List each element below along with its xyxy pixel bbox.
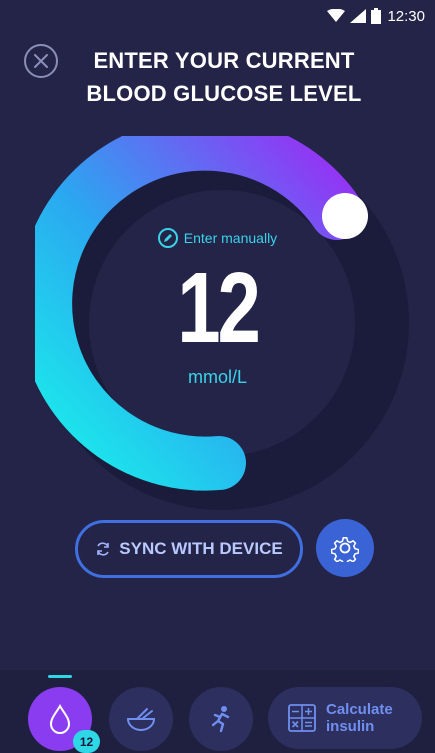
signal-icon: [350, 9, 367, 23]
nav-food-button[interactable]: [109, 687, 173, 751]
calculate-line-2: insulin: [326, 718, 375, 735]
edit-icon: [157, 228, 178, 248]
drop-icon: [49, 704, 71, 734]
status-icons: [327, 8, 382, 24]
runner-icon: [211, 706, 230, 733]
enter-manually-link[interactable]: Enter manually: [0, 228, 435, 248]
sync-with-device-button[interactable]: SYNC WITH DEVICE: [75, 520, 303, 578]
glucose-value: 12: [177, 252, 261, 364]
calculate-insulin-button[interactable]: Calculate insulin: [268, 687, 422, 749]
calculator-icon: [288, 704, 316, 732]
gear-icon: [331, 537, 359, 562]
page-title: ENTER YOUR CURRENT BLOOD GLUCOSE LEVEL: [70, 44, 378, 110]
sync-label: SYNC WITH DEVICE: [119, 539, 283, 558]
settings-button[interactable]: [316, 519, 374, 577]
calculate-line-1: Calculate: [326, 701, 393, 718]
title-line-1: ENTER YOUR CURRENT: [93, 48, 355, 73]
close-button[interactable]: [24, 44, 58, 78]
status-time: 12:30: [387, 7, 425, 25]
active-tab-indicator: [48, 675, 72, 678]
status-bar: 12:30: [0, 0, 435, 32]
close-icon: [34, 54, 48, 68]
sync-icon: [97, 542, 110, 556]
battery-icon: [371, 8, 382, 24]
bowl-icon: [126, 708, 156, 731]
glucose-badge: 12: [73, 730, 100, 753]
enter-manually-label: Enter manually: [183, 230, 278, 246]
glucose-unit: mmol/L: [187, 367, 247, 387]
nav-activity-button[interactable]: [189, 687, 253, 751]
wifi-icon: [327, 9, 346, 22]
title-line-2: BLOOD GLUCOSE LEVEL: [86, 81, 362, 106]
calculate-insulin-label: Calculate insulin: [326, 701, 393, 735]
